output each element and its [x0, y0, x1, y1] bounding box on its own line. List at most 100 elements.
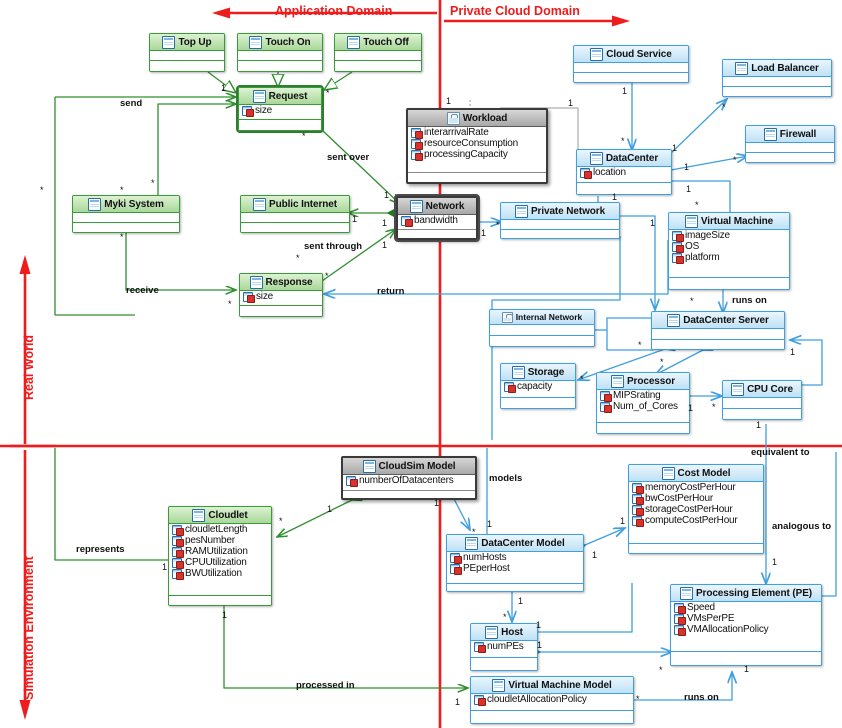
attribute-label: PEperHost	[463, 563, 510, 574]
attribute-row: PEperHost	[447, 563, 583, 575]
class-processor[interactable]: Processor MIPSrating Num_of_Cores	[596, 372, 690, 434]
class-title: Top Up	[178, 36, 212, 48]
multiplicity: 1	[518, 596, 524, 606]
class-icon	[362, 459, 376, 473]
class-title: Cost Model	[677, 467, 731, 479]
class-touch-off[interactable]: Touch Off	[334, 33, 422, 72]
attribute-icon	[243, 292, 255, 303]
class-datacenter[interactable]: DataCenter location	[576, 149, 672, 195]
class-datacenter-model[interactable]: DataCenter Model numHosts PEperHost	[446, 534, 584, 592]
multiplicity: 1	[686, 184, 692, 194]
attribute-icon	[172, 547, 184, 558]
edge-datacenter-loadbalancer	[669, 99, 727, 155]
class-icon	[661, 466, 675, 480]
attribute-row: memoryCostPerHour	[629, 482, 763, 494]
attribute-label: bandwidth	[414, 215, 458, 226]
multiplicity: 1	[772, 557, 778, 567]
class-icon	[511, 365, 525, 379]
class-top-up[interactable]: Top Up	[149, 33, 225, 72]
class-private-network[interactable]: Private Network	[500, 202, 620, 239]
attribute-label: cloudletAllocationPolicy	[487, 694, 587, 705]
class-storage[interactable]: Storage capacity	[500, 363, 576, 409]
class-network[interactable]: Network bandwidth	[394, 194, 480, 242]
class-cpu-core[interactable]: CPU Core	[722, 380, 802, 420]
class-public-internet[interactable]: Public Internet	[240, 195, 350, 233]
class-icon	[253, 197, 267, 211]
attribute-label: size	[255, 105, 272, 116]
edge-label-sent-through: sent through	[304, 241, 363, 252]
class-title: Touch Off	[363, 36, 409, 48]
class-title: Host	[501, 626, 523, 638]
class-icon	[252, 89, 266, 103]
class-load-balancer[interactable]: Load Balancer	[722, 59, 832, 97]
multiplicity: *	[325, 271, 329, 281]
label-simulation-environment: Simulation Environment	[22, 556, 36, 700]
attribute-icon	[600, 391, 612, 402]
attribute-row: processingCapacity	[408, 149, 546, 161]
multiplicity: 1	[672, 143, 678, 153]
class-myki-system[interactable]: Myki System	[72, 195, 180, 233]
multiplicity: 1	[455, 697, 461, 707]
class-workload[interactable]: Workload interarrivalRate resourceConsum…	[406, 108, 548, 184]
multiplicity: 1	[536, 620, 542, 630]
attribute-icon	[674, 625, 686, 636]
multiplicity: 1	[620, 516, 626, 526]
attribute-label: processingCapacity	[424, 149, 508, 160]
class-cost-model[interactable]: Cost Model memoryCostPerHour bwCostPerHo…	[628, 464, 764, 554]
class-request[interactable]: Request size	[236, 85, 324, 133]
class-host[interactable]: Host numPEs	[470, 623, 538, 671]
attribute-label: bwCostPerHour	[645, 493, 713, 504]
class-title: Internal Network	[515, 312, 583, 322]
class-virtual-machine[interactable]: Virtual Machine imageSize OS platform	[668, 212, 790, 290]
multiplicity: *	[296, 253, 300, 263]
attribute-row: computeCostPerHour	[629, 515, 763, 527]
attribute-row: size	[240, 291, 322, 303]
class-response[interactable]: Response size	[239, 273, 323, 317]
class-icon	[249, 275, 263, 289]
class-processing-element[interactable]: Processing Element (PE) Speed VMsPerPE V…	[670, 584, 822, 666]
multiplicity: *	[695, 200, 699, 210]
attribute-icon	[172, 558, 184, 569]
attribute-row: bandwidth	[398, 215, 476, 227]
edge-label-analogous-to: analogous to	[772, 521, 832, 532]
class-cloud-service[interactable]: Cloud Service	[573, 45, 689, 83]
attribute-icon	[632, 494, 644, 505]
multiplicity: 1	[650, 218, 656, 228]
multiplicity: 1	[592, 550, 598, 560]
multiplicity: 1	[382, 240, 388, 250]
class-title: Touch On	[265, 36, 311, 48]
attribute-icon	[504, 382, 516, 393]
attribute-label: memoryCostPerHour	[645, 482, 736, 493]
multiplicity: 1	[382, 218, 388, 228]
multiplicity: *	[690, 296, 694, 306]
class-virtual-machine-model[interactable]: Virtual Machine Model cloudletAllocation…	[470, 676, 634, 724]
attribute-icon	[632, 516, 644, 527]
class-icon	[731, 382, 745, 396]
class-icon	[590, 47, 604, 61]
class-icon	[684, 214, 698, 228]
class-internal-network[interactable]: Internal Network	[489, 309, 595, 347]
multiplicity: *	[40, 185, 44, 195]
class-touch-on[interactable]: Touch On	[237, 33, 323, 72]
class-datacenter-server[interactable]: DataCenter Server	[651, 311, 785, 350]
attribute-row: Num_of_Cores	[597, 401, 689, 413]
class-cloudlet[interactable]: Cloudlet cloudletLength pesNumber RAMUti…	[168, 506, 272, 606]
class-firewall[interactable]: Firewall	[745, 125, 835, 163]
attribute-icon	[474, 695, 486, 706]
edge-label-processed-in: processed in	[296, 680, 355, 691]
multiplicity: *	[638, 340, 642, 350]
class-icon	[249, 35, 263, 49]
class-icon	[679, 586, 693, 600]
edge-send-2	[157, 104, 236, 112]
class-icon	[514, 204, 528, 218]
edge-cloudsim-dcmodel	[452, 495, 470, 530]
class-title: Processor	[626, 375, 676, 387]
class-title: Workload	[462, 112, 508, 124]
class-cloudsim-model[interactable]: CloudSim Model numberOfDatacenters	[341, 456, 477, 500]
edge-sent-through	[321, 229, 396, 282]
attribute-icon	[672, 242, 684, 253]
class-icon	[485, 625, 499, 639]
attribute-label: VMsPerPE	[687, 613, 735, 624]
attribute-row: numPEs	[471, 641, 537, 653]
class-title: Virtual Machine	[700, 215, 774, 227]
